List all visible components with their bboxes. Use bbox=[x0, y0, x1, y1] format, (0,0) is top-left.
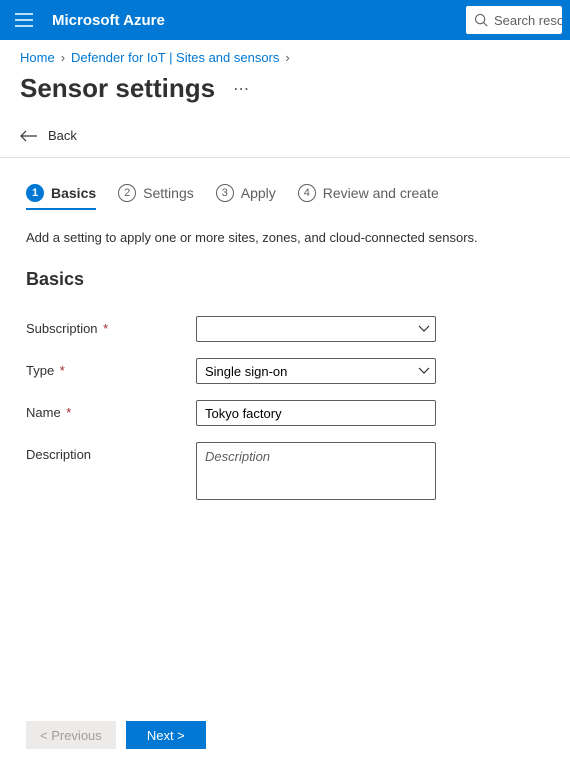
row-description: Description bbox=[26, 442, 544, 503]
row-subscription: Subscription * bbox=[26, 316, 544, 342]
tab-step-number: 1 bbox=[26, 184, 44, 202]
section-heading: Basics bbox=[26, 269, 544, 290]
subscription-label: Subscription * bbox=[26, 316, 196, 336]
brand-label: Microsoft Azure bbox=[52, 12, 165, 29]
next-button[interactable]: Next > bbox=[126, 721, 206, 749]
back-label: Back bbox=[48, 128, 77, 143]
chevron-right-icon: › bbox=[285, 50, 289, 65]
azure-topbar: Microsoft Azure Search resou bbox=[0, 0, 570, 40]
type-select[interactable] bbox=[196, 358, 436, 384]
subscription-select[interactable] bbox=[196, 316, 436, 342]
name-label: Name * bbox=[26, 400, 196, 420]
wizard-tabs: 1 Basics 2 Settings 3 Apply 4 Review and… bbox=[26, 184, 544, 210]
portal-menu-button[interactable] bbox=[8, 13, 40, 27]
hamburger-icon bbox=[15, 13, 33, 27]
tab-settings[interactable]: 2 Settings bbox=[118, 184, 194, 210]
description-label: Description bbox=[26, 442, 196, 462]
global-search[interactable]: Search resou bbox=[466, 6, 562, 34]
search-icon bbox=[474, 13, 488, 27]
tab-step-number: 4 bbox=[298, 184, 316, 202]
tab-basics[interactable]: 1 Basics bbox=[26, 184, 96, 210]
tab-apply[interactable]: 3 Apply bbox=[216, 184, 276, 210]
back-button[interactable]: Back bbox=[0, 120, 570, 157]
helper-text: Add a setting to apply one or more sites… bbox=[26, 230, 544, 245]
tab-label: Review and create bbox=[323, 185, 439, 201]
row-name: Name * bbox=[26, 400, 544, 426]
tab-step-number: 2 bbox=[118, 184, 136, 202]
chevron-right-icon: › bbox=[61, 50, 65, 65]
breadcrumb-home[interactable]: Home bbox=[20, 50, 55, 65]
arrow-left-icon bbox=[20, 130, 38, 142]
wizard-footer: < Previous Next > bbox=[26, 721, 206, 749]
tab-review-create[interactable]: 4 Review and create bbox=[298, 184, 439, 210]
more-actions-button[interactable]: ⋯ bbox=[233, 79, 251, 99]
previous-button[interactable]: < Previous bbox=[26, 721, 116, 749]
tab-label: Basics bbox=[51, 185, 96, 201]
tab-step-number: 3 bbox=[216, 184, 234, 202]
page-title: Sensor settings bbox=[20, 73, 215, 104]
type-label: Type * bbox=[26, 358, 196, 378]
tab-label: Settings bbox=[143, 185, 194, 201]
main-content: 1 Basics 2 Settings 3 Apply 4 Review and… bbox=[0, 158, 570, 503]
row-type: Type * bbox=[26, 358, 544, 384]
breadcrumb: Home › Defender for IoT | Sites and sens… bbox=[0, 40, 570, 69]
breadcrumb-sites-sensors[interactable]: Defender for IoT | Sites and sensors bbox=[71, 50, 279, 65]
name-input[interactable] bbox=[196, 400, 436, 426]
description-textarea[interactable] bbox=[196, 442, 436, 500]
search-placeholder: Search resou bbox=[494, 13, 562, 28]
title-row: Sensor settings ⋯ bbox=[0, 69, 570, 120]
tab-label: Apply bbox=[241, 185, 276, 201]
